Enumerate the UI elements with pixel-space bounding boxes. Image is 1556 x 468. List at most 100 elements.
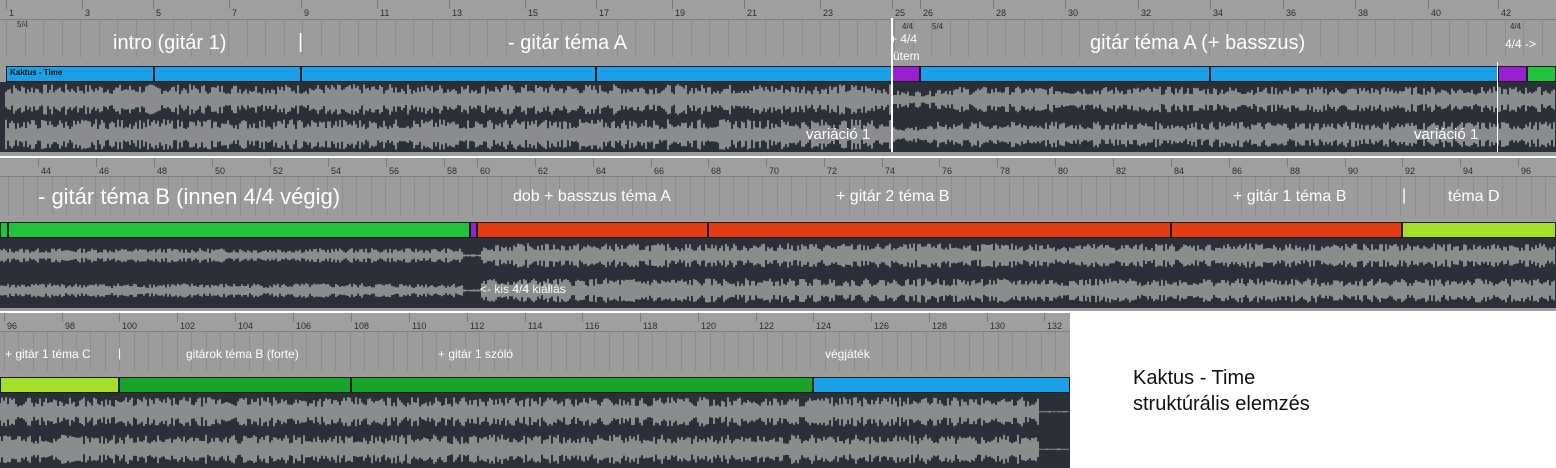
audio-clip[interactable] — [1402, 222, 1556, 238]
beat-gridline — [1356, 177, 1358, 215]
beat-gridline — [1066, 177, 1068, 215]
beat-gridline — [724, 332, 725, 371]
bar-tick — [301, 0, 302, 9]
bar-number: 110 — [412, 321, 427, 331]
bar-tick — [212, 158, 213, 167]
bar-number: 60 — [480, 166, 491, 176]
beat-gridline — [801, 20, 803, 58]
bar-number: 96 — [1521, 166, 1532, 176]
bar-tick — [351, 313, 352, 322]
audio-clip[interactable] — [301, 66, 596, 82]
audio-clip[interactable] — [1171, 222, 1402, 238]
audio-clip[interactable] — [0, 377, 119, 393]
beat-gridline — [265, 20, 266, 58]
beat-gridline — [565, 332, 567, 371]
beat-gridline — [783, 20, 784, 58]
bar-number: 52 — [273, 166, 284, 176]
bar-number: 21 — [747, 8, 758, 18]
section-label: + gitár 1 szóló — [438, 347, 514, 361]
bar-tick — [882, 158, 883, 167]
beat-gridline — [349, 332, 351, 371]
audio-clip[interactable] — [154, 66, 301, 82]
bar-tick — [744, 0, 745, 9]
bar-number: 58 — [447, 166, 458, 176]
beat-gridline — [407, 332, 409, 371]
audio-clip[interactable] — [1527, 66, 1556, 82]
section-label: + gitár 1 téma C — [5, 347, 91, 361]
audio-clip[interactable] — [8, 222, 470, 238]
audio-clip[interactable] — [892, 66, 920, 82]
beat-gridline — [746, 20, 747, 58]
beat-gridline — [133, 332, 135, 371]
waveform[interactable] — [0, 393, 1070, 468]
section-divider: | — [1402, 187, 1407, 204]
beat-gridline — [1385, 177, 1387, 215]
bar-tick — [672, 0, 673, 9]
bar-tick — [1355, 0, 1356, 9]
waveform[interactable]: variáció 1 variáció 1 — [0, 82, 1556, 152]
audio-clip[interactable]: Kaktus - Time — [6, 66, 154, 82]
bar-tick — [1287, 158, 1288, 167]
bar-number: 7 — [232, 8, 238, 18]
bar-number: 1 — [9, 8, 15, 18]
locator-line — [891, 18, 893, 152]
beat-gridline — [672, 20, 673, 58]
beat-gridline — [997, 332, 999, 371]
beat-gridline — [1467, 20, 1469, 58]
audio-clip[interactable] — [920, 66, 1210, 82]
beat-gridline — [1400, 177, 1401, 215]
beat-gridline — [1055, 332, 1057, 371]
arrangement-row-2: 44 46 48 50 52 54 56 58 60 62 64 66 68 70 72 74 76 78 80 82… — [0, 158, 1556, 311]
bar-tick — [1210, 0, 1211, 9]
waveform[interactable]: <- kis 4/4 kiállás — [0, 238, 1556, 308]
bar-number: 104 — [238, 321, 254, 331]
bar-number: 88 — [1290, 166, 1301, 176]
audio-clip[interactable] — [596, 66, 892, 82]
audio-clip[interactable] — [351, 377, 813, 393]
beat-gridline — [983, 332, 985, 371]
bar-tick — [820, 0, 821, 9]
beat-gridline — [1182, 177, 1184, 215]
beat-gridline — [1081, 177, 1082, 215]
beat-gridline — [1429, 177, 1430, 215]
beat-gridline — [666, 332, 668, 371]
bar-number: 44 — [41, 166, 52, 176]
audio-clip[interactable] — [1210, 66, 1498, 82]
audio-clip[interactable] — [708, 222, 1171, 238]
bar-number: 54 — [331, 166, 342, 176]
beat-gridline — [1005, 20, 1006, 58]
beat-gridline — [428, 177, 430, 215]
audio-clip[interactable] — [1498, 66, 1527, 82]
bar-number: 100 — [122, 321, 138, 331]
audio-clip[interactable] — [470, 222, 477, 238]
audio-clip[interactable] — [0, 222, 8, 238]
bar-tick — [386, 158, 387, 167]
beat-gridline — [457, 177, 459, 215]
beat-gridline — [536, 332, 538, 371]
audio-clip[interactable] — [813, 377, 1070, 393]
beat-gridline — [747, 177, 749, 215]
beat-gridline — [104, 332, 106, 371]
audio-clip[interactable] — [119, 377, 351, 393]
bar-ruler[interactable]: 44 46 48 50 52 54 56 58 60 62 64 66 68 70 72 74 76 78 80 82… — [0, 158, 1556, 177]
bar-ruler[interactable]: 1 3 5 7 9 11 13 15 17 19 21 23 25 26 28 30 32 34 36 38 40 42 … — [0, 0, 1556, 29]
beat-gridline — [370, 177, 372, 215]
beat-gridline — [709, 20, 710, 58]
bar-number: 118 — [643, 321, 658, 331]
beat-gridline — [61, 20, 63, 58]
annotation: variáció 1 — [1414, 126, 1479, 143]
beat-gridline — [501, 177, 502, 215]
bar-tick — [1460, 158, 1461, 167]
beat-gridline — [791, 177, 792, 215]
beat-gridline — [376, 20, 377, 58]
audio-clip[interactable] — [477, 222, 708, 238]
beat-gridline — [450, 20, 451, 58]
bar-number: 132 — [1047, 321, 1063, 331]
bar-number: 116 — [585, 321, 600, 331]
bar-ruler[interactable]: 96 98 100 102 104 106 108 110 112 114 116 118 120 122… — [0, 313, 1070, 332]
arrangement-row-3: 96 98 100 102 104 106 108 110 112 114 116 118 120 122… — [0, 313, 1070, 468]
bar-number: 3 — [85, 8, 91, 18]
bar-tick — [593, 158, 594, 167]
beat-gridline — [468, 20, 470, 58]
beat-gridline — [394, 20, 396, 58]
